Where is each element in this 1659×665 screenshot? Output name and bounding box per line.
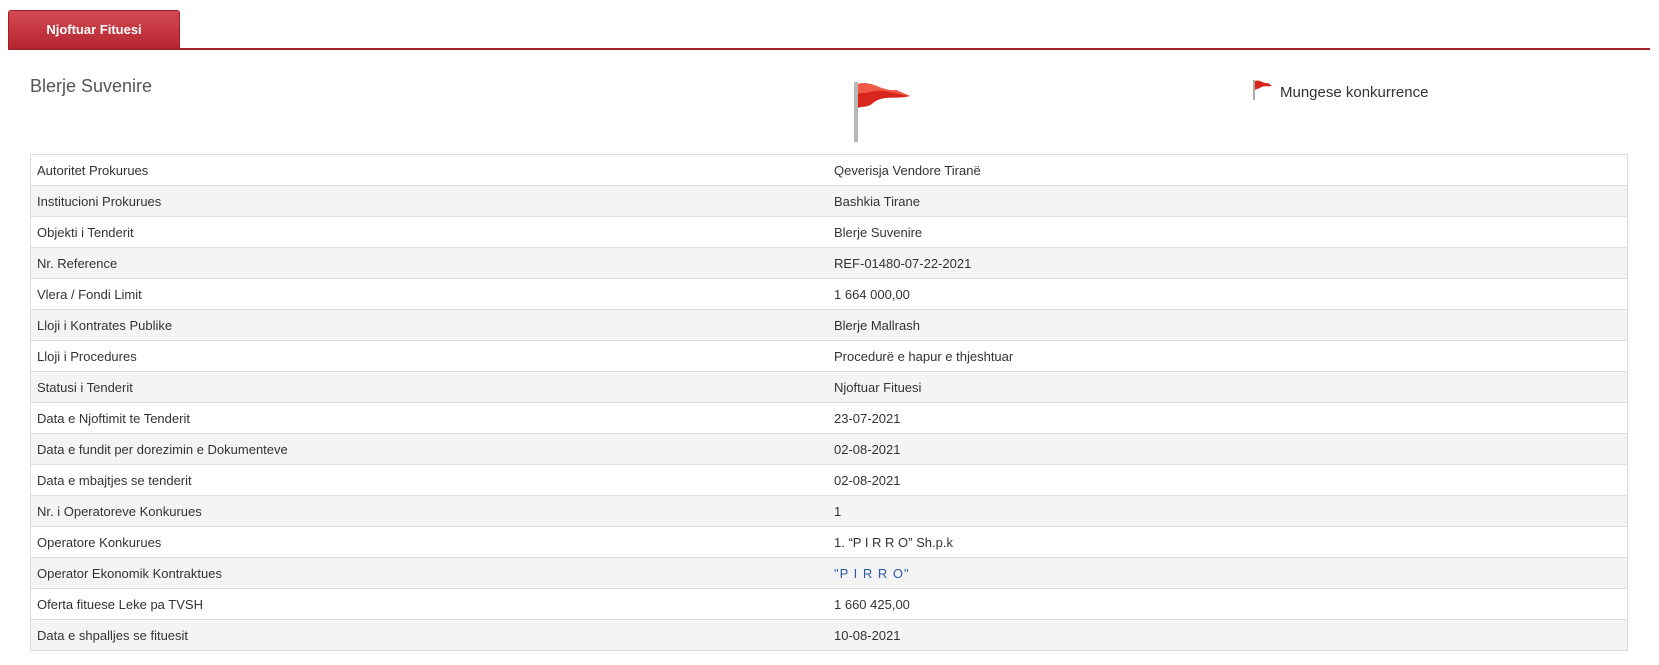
detail-value: Bashkia Tirane (828, 185, 1628, 217)
detail-label: Institucioni Prokurues (30, 185, 828, 217)
detail-label: Operator Ekonomik Kontraktues (30, 557, 828, 589)
detail-value: 02-08-2021 (828, 433, 1628, 465)
table-row: Nr. Reference REF-01480-07-22-2021 (30, 247, 1628, 279)
table-row: Lloji i Kontrates Publike Blerje Mallrash (30, 309, 1628, 341)
detail-value: Qeverisja Vendore Tiranë (828, 154, 1628, 186)
detail-value: Blerje Mallrash (828, 309, 1628, 341)
detail-value: 1 664 000,00 (828, 278, 1628, 310)
table-row: Oferta fituese Leke pa TVSH 1 660 425,00 (30, 588, 1628, 620)
tender-details-table: Autoritet Prokurues Qeverisja Vendore Tir… (30, 154, 1628, 651)
table-row: Operatore Konkurues 1. “P I R R O” Sh.p.k (30, 526, 1628, 558)
table-row: Data e Njoftimit te Tenderit 23-07-2021 (30, 402, 1628, 434)
red-flag-icon (1253, 80, 1272, 100)
table-row: Data e mbajtjes se tenderit 02-08-2021 (30, 464, 1628, 496)
detail-label: Lloji i Procedures (30, 340, 828, 372)
table-row: Autoritet Prokurues Qeverisja Vendore Tir… (30, 154, 1628, 186)
tab-njoftuar-fituesi[interactable]: Njoftuar Fituesi (8, 10, 180, 48)
detail-value: REF-01480-07-22-2021 (828, 247, 1628, 279)
table-row: Data e shpalljes se fituesit 10-08-2021 (30, 619, 1628, 651)
table-row: Institucioni Prokurues Bashkia Tirane (30, 185, 1628, 217)
detail-label: Data e Njoftimit te Tenderit (30, 402, 828, 434)
detail-label: Oferta fituese Leke pa TVSH (30, 588, 828, 620)
page-title: Blerje Suvenire (30, 76, 153, 96)
detail-label: Lloji i Kontrates Publike (30, 309, 828, 341)
table-row: Operator Ekonomik Kontraktues "P I R R O" (30, 557, 1628, 589)
detail-value-cell: "P I R R O" (828, 557, 1628, 589)
detail-value: Procedurë e hapur e thjeshtuar (828, 340, 1628, 372)
table-row: Statusi i Tenderit Njoftuar Fituesi (30, 371, 1628, 403)
detail-label: Vlera / Fondi Limit (30, 278, 828, 310)
table-row: Objekti i Tenderit Blerje Suvenire (30, 216, 1628, 248)
detail-value: 1. “P I R R O” Sh.p.k (828, 526, 1628, 558)
detail-value: 1 (828, 495, 1628, 527)
detail-label: Statusi i Tenderit (30, 371, 828, 403)
red-flag-icon (854, 82, 910, 142)
tab-bar: Njoftuar Fituesi (8, 10, 1650, 50)
table-row: Lloji i Procedures Procedurë e hapur e th… (30, 340, 1628, 372)
detail-label: Nr. i Operatoreve Konkurues (30, 495, 828, 527)
table-row: Nr. i Operatoreve Konkurues 1 (30, 495, 1628, 527)
detail-label: Data e shpalljes se fituesit (30, 619, 828, 651)
detail-label: Data e mbajtjes se tenderit (30, 464, 828, 496)
detail-value: 02-08-2021 (828, 464, 1628, 496)
detail-label: Operatore Konkurues (30, 526, 828, 558)
detail-label: Data e fundit per dorezimin e Dokumentev… (30, 433, 828, 465)
detail-value: Blerje Suvenire (828, 216, 1628, 248)
detail-label: Nr. Reference (30, 247, 828, 279)
detail-value: 23-07-2021 (828, 402, 1628, 434)
legend: Mungese konkurrence (1252, 78, 1428, 102)
detail-label: Objekti i Tenderit (30, 216, 828, 248)
legend-label: Mungese konkurrence (1280, 84, 1429, 101)
table-row: Data e fundit per dorezimin e Dokumentev… (30, 433, 1628, 465)
table-row: Vlera / Fondi Limit 1 664 000,00 (30, 278, 1628, 310)
detail-value: Njoftuar Fituesi (828, 371, 1628, 403)
detail-value: 1 660 425,00 (828, 588, 1628, 620)
contractor-link[interactable]: "P I R R O" (834, 566, 910, 581)
detail-value: 10-08-2021 (828, 619, 1628, 651)
detail-label: Autoritet Prokurues (30, 154, 828, 186)
